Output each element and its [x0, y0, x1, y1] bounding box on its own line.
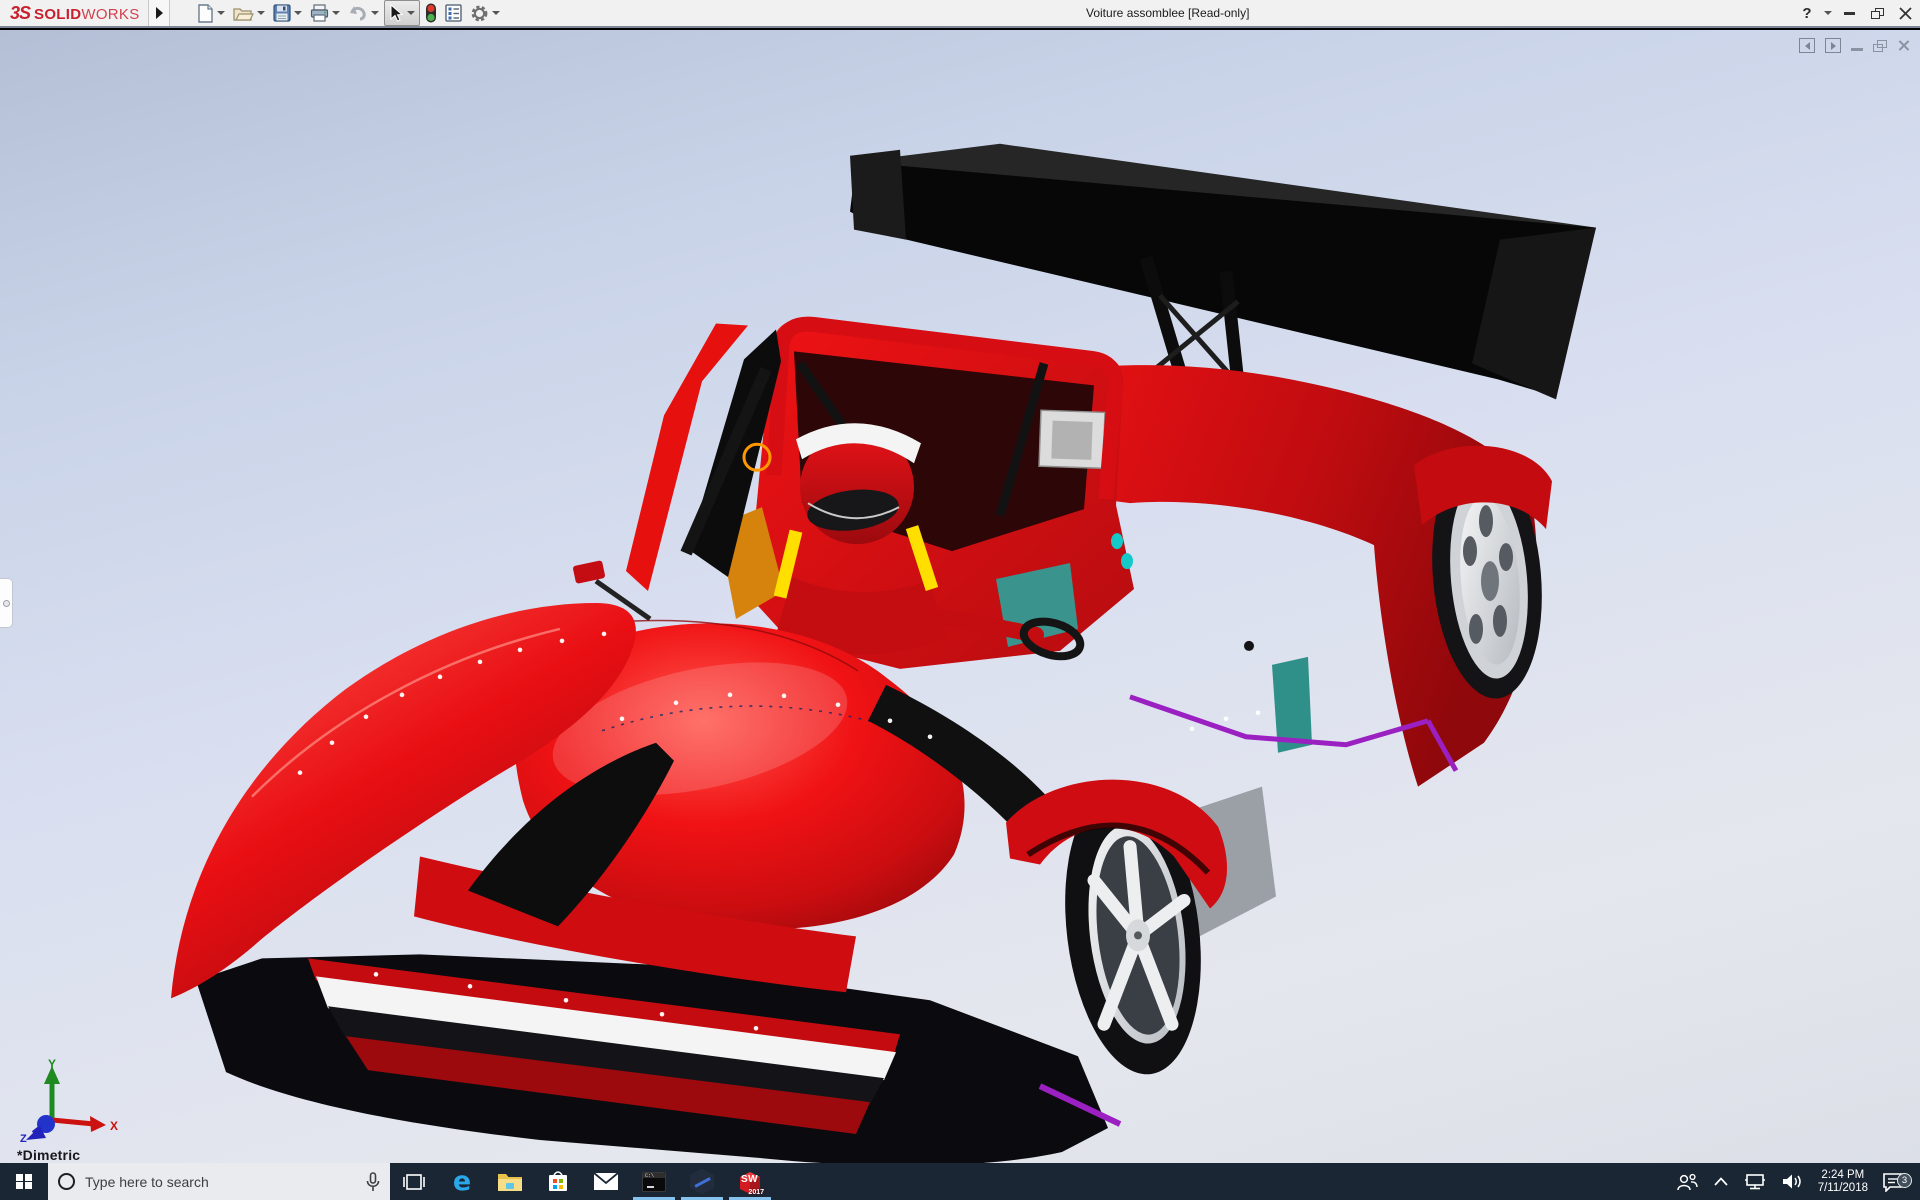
print-dropdown-caret[interactable] — [332, 11, 340, 15]
help-label: ? — [1802, 4, 1812, 22]
people-button[interactable] — [1668, 1163, 1706, 1200]
file-explorer-icon — [498, 1174, 522, 1191]
taskbar-app-mail[interactable] — [582, 1163, 630, 1200]
brand-works: WORKS — [81, 5, 140, 23]
people-icon — [1676, 1173, 1698, 1190]
save-dropdown-caret[interactable] — [294, 11, 302, 15]
brand-solid: SOLID — [34, 5, 82, 23]
restore-icon — [1870, 7, 1884, 19]
solidworks-2017-icon: SW 2017 — [737, 1169, 764, 1196]
open-folder-icon — [233, 7, 254, 21]
printer-icon — [310, 4, 329, 22]
taskbar-app-hexagon[interactable] — [678, 1163, 726, 1200]
volume-button[interactable] — [1774, 1163, 1810, 1200]
triad-z-label: Z — [20, 1133, 27, 1143]
new-dropdown-caret[interactable] — [217, 11, 225, 15]
cortana-icon — [58, 1173, 75, 1190]
taskbar-clock[interactable]: 2:24 PM 7/11/2018 — [1810, 1169, 1876, 1195]
speaker-icon — [1782, 1174, 1801, 1189]
sw-year: 2017 — [748, 1188, 764, 1196]
triad-x-label: X — [110, 1119, 118, 1133]
minimize-icon — [1843, 11, 1855, 15]
orientation-triad[interactable]: Y X Z — [12, 1058, 122, 1143]
mail-icon — [593, 1172, 619, 1190]
file-properties-icon — [445, 4, 462, 22]
file-properties-button[interactable] — [442, 1, 465, 25]
tray-date: 7/11/2018 — [1817, 1181, 1868, 1194]
options-dropdown-caret[interactable] — [492, 11, 500, 15]
system-tray: 2:24 PM 7/11/2018 3 — [1668, 1163, 1920, 1200]
taskbar-app-edge[interactable]: e — [438, 1163, 486, 1200]
search-input[interactable] — [85, 1173, 356, 1190]
select-dropdown-caret[interactable] — [407, 11, 415, 15]
hexagon-app-icon — [690, 1168, 714, 1195]
graphics-viewport[interactable]: Y X Z *Dimetric — [0, 30, 1920, 1163]
solidworks-screen: 3S SOLID WORKS Voiture assomblee [Read-o… — [0, 0, 1920, 1200]
microsoft-store-icon — [549, 1170, 567, 1191]
hidden-icons-button[interactable] — [1706, 1163, 1736, 1200]
flyout-arrow-icon — [155, 7, 163, 19]
task-view-icon — [403, 1173, 425, 1190]
window-controls: ? — [1796, 0, 1916, 26]
save-button[interactable] — [270, 1, 305, 25]
task-view-button[interactable] — [390, 1163, 438, 1200]
select-tool-button[interactable] — [384, 0, 420, 26]
quick-toolbar — [194, 0, 503, 26]
titlebar: 3S SOLID WORKS Voiture assomblee [Read-o… — [0, 0, 1920, 28]
help-button[interactable]: ? — [1796, 2, 1818, 24]
command-prompt-icon: C:\ — [642, 1171, 666, 1192]
front-right-wheel — [1006, 779, 1228, 1075]
taskbar-app-command-prompt[interactable]: C:\ — [630, 1163, 678, 1200]
rebuild-button[interactable] — [422, 1, 440, 25]
new-document-button[interactable] — [194, 1, 228, 25]
select-cursor-icon — [390, 3, 404, 22]
undo-button[interactable] — [345, 1, 382, 25]
window-title: Voiture assomblee [Read-only] — [1086, 6, 1250, 20]
race-car-model — [171, 143, 1596, 1163]
traffic-light-icon — [426, 3, 436, 23]
notification-badge: 3 — [1897, 1172, 1912, 1188]
undo-arrow-icon — [350, 6, 366, 21]
new-document-icon — [198, 3, 213, 23]
chevron-up-icon — [1714, 1177, 1728, 1186]
restore-button[interactable] — [1866, 2, 1888, 24]
start-button[interactable] — [0, 1163, 48, 1200]
action-center-button[interactable]: 3 — [1876, 1172, 1914, 1192]
undo-dropdown-caret[interactable] — [371, 11, 379, 15]
edge-icon: e — [452, 1166, 472, 1197]
tray-time: 2:24 PM — [1821, 1168, 1865, 1181]
taskbar-app-file-explorer[interactable] — [486, 1163, 534, 1200]
gear-icon — [471, 5, 488, 21]
menu-flyout-button[interactable] — [148, 0, 170, 26]
air-intake-box — [1038, 409, 1106, 470]
minimize-button[interactable] — [1838, 2, 1860, 24]
ds-logo-mark: 3S — [10, 2, 31, 23]
windows-logo-icon — [16, 1173, 32, 1190]
cmd-title-text: C:\ — [645, 1172, 655, 1179]
help-dropdown-caret[interactable] — [1824, 11, 1832, 15]
close-icon — [1898, 6, 1912, 20]
close-button[interactable] — [1894, 2, 1916, 24]
microphone-icon[interactable] — [366, 1171, 380, 1192]
taskbar-app-store[interactable] — [534, 1163, 582, 1200]
windows-taskbar: e — [0, 1163, 1920, 1200]
network-ethernet-icon — [1744, 1173, 1765, 1189]
taskbar-app-solidworks[interactable]: SW 2017 — [726, 1163, 774, 1200]
sw-letters: SW — [741, 1173, 759, 1185]
open-dropdown-caret[interactable] — [257, 11, 265, 15]
open-document-button[interactable] — [230, 1, 268, 25]
print-button[interactable] — [307, 1, 343, 25]
network-button[interactable] — [1736, 1163, 1774, 1200]
solidworks-logo: 3S SOLID WORKS — [0, 3, 148, 24]
taskbar-search[interactable] — [48, 1163, 390, 1200]
triad-y-label: Y — [48, 1058, 56, 1071]
options-button[interactable] — [467, 1, 503, 25]
save-floppy-icon — [273, 4, 291, 22]
view-orientation-label: *Dimetric — [17, 1147, 81, 1163]
